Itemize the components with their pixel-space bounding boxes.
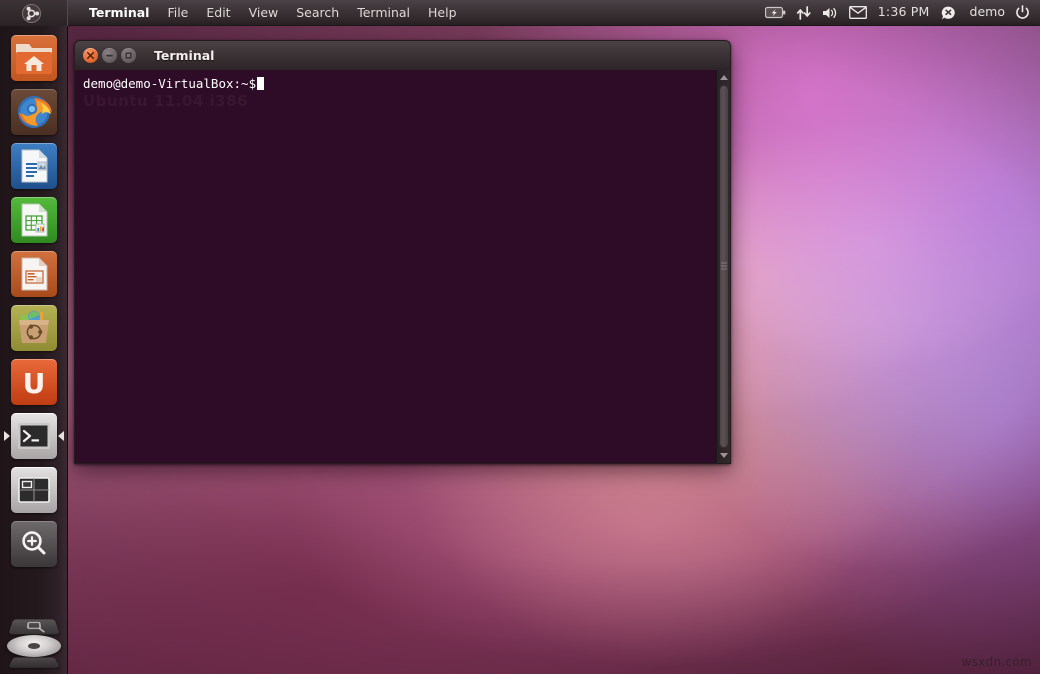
volume-speaker-icon[interactable] [822, 6, 839, 20]
launcher-focused-pip-right [58, 431, 64, 441]
software-center-icon [11, 305, 57, 351]
network-updown-icon[interactable] [796, 6, 812, 20]
home-folder-icon [11, 35, 57, 81]
unity-launcher: U [0, 26, 68, 674]
terminal-window-title: Terminal [154, 48, 214, 63]
top-panel: Terminal File Edit View Search Terminal … [0, 0, 1040, 26]
launcher-item-search[interactable] [10, 520, 58, 568]
scrollbar-down-arrow-icon[interactable] [718, 449, 730, 462]
panel-indicators: 1:36 PM demo [765, 5, 1040, 20]
launcher-folded-icon-extra [8, 657, 60, 667]
power-icon[interactable] [1015, 5, 1030, 20]
site-watermark: wsxdn.com [961, 655, 1032, 669]
desktop-screen: Terminal File Edit View Search Terminal … [0, 0, 1040, 674]
terminal-output-area[interactable]: Ubuntu 11.04 i386 demo@demo-VirtualBox:~… [75, 70, 716, 463]
launcher-item-libreoffice-writer[interactable] [10, 142, 58, 190]
maximize-icon[interactable] [121, 48, 136, 63]
launcher-fold-zone[interactable] [0, 616, 68, 674]
user-menu-name[interactable]: demo [966, 6, 1005, 19]
chat-bubble-icon[interactable] [941, 6, 956, 20]
terminal-window: Terminal Ubuntu 11.04 i386 demo@demo-Vir… [74, 40, 731, 464]
disc-icon [7, 635, 61, 657]
launcher-running-pip-left [4, 431, 10, 441]
writer-icon [11, 143, 57, 189]
workspace-switcher-icon [11, 467, 57, 513]
ubuntu-logo-icon[interactable] [22, 4, 41, 23]
firefox-icon [11, 89, 57, 135]
terminal-cursor [257, 77, 264, 90]
launcher-item-ubuntu-one[interactable]: U [10, 358, 58, 406]
menu-item-app-terminal[interactable]: Terminal [80, 2, 158, 23]
ubuntu-one-icon: U [11, 359, 57, 405]
menu-item-file[interactable]: File [158, 2, 197, 23]
search-folded-icon [8, 619, 60, 634]
svg-text:U: U [22, 367, 45, 400]
terminal-body: Ubuntu 11.04 i386 demo@demo-VirtualBox:~… [74, 70, 731, 464]
launcher-item-home-folder[interactable] [10, 34, 58, 82]
launcher-item-libreoffice-calc[interactable] [10, 196, 58, 244]
menu-item-terminal[interactable]: Terminal [348, 2, 419, 23]
terminal-prompt-text: demo@demo-VirtualBox:~$ [83, 76, 256, 91]
search-magnifier-icon [11, 521, 57, 567]
terminal-scrollbar[interactable] [716, 70, 730, 463]
terminal-icon [11, 413, 57, 459]
clock-indicator[interactable]: 1:36 PM [877, 6, 931, 19]
launcher-item-terminal[interactable] [10, 412, 58, 460]
launcher-item-libreoffice-impress[interactable] [10, 250, 58, 298]
app-menu-bar: Terminal File Edit View Search Terminal … [80, 2, 466, 23]
menu-item-help[interactable]: Help [419, 2, 466, 23]
impress-icon [11, 251, 57, 297]
scrollbar-up-arrow-icon[interactable] [718, 71, 730, 84]
launcher-item-workspace-switcher[interactable] [10, 466, 58, 514]
calc-icon [11, 197, 57, 243]
scrollbar-grip-icon [721, 262, 727, 271]
minimize-icon[interactable] [102, 48, 117, 63]
terminal-version-watermark: Ubuntu 11.04 i386 [83, 92, 248, 112]
scrollbar-thumb[interactable] [719, 85, 729, 448]
terminal-titlebar[interactable]: Terminal [74, 40, 731, 70]
terminal-prompt-line: demo@demo-VirtualBox:~$ [83, 76, 708, 93]
battery-charging-icon[interactable] [765, 6, 786, 19]
launcher-item-ubuntu-software-center[interactable] [10, 304, 58, 352]
menu-item-view[interactable]: View [240, 2, 288, 23]
menu-item-search[interactable]: Search [287, 2, 348, 23]
menu-item-edit[interactable]: Edit [197, 2, 239, 23]
envelope-icon[interactable] [849, 6, 867, 19]
launcher-item-firefox[interactable] [10, 88, 58, 136]
close-icon[interactable] [83, 48, 98, 63]
